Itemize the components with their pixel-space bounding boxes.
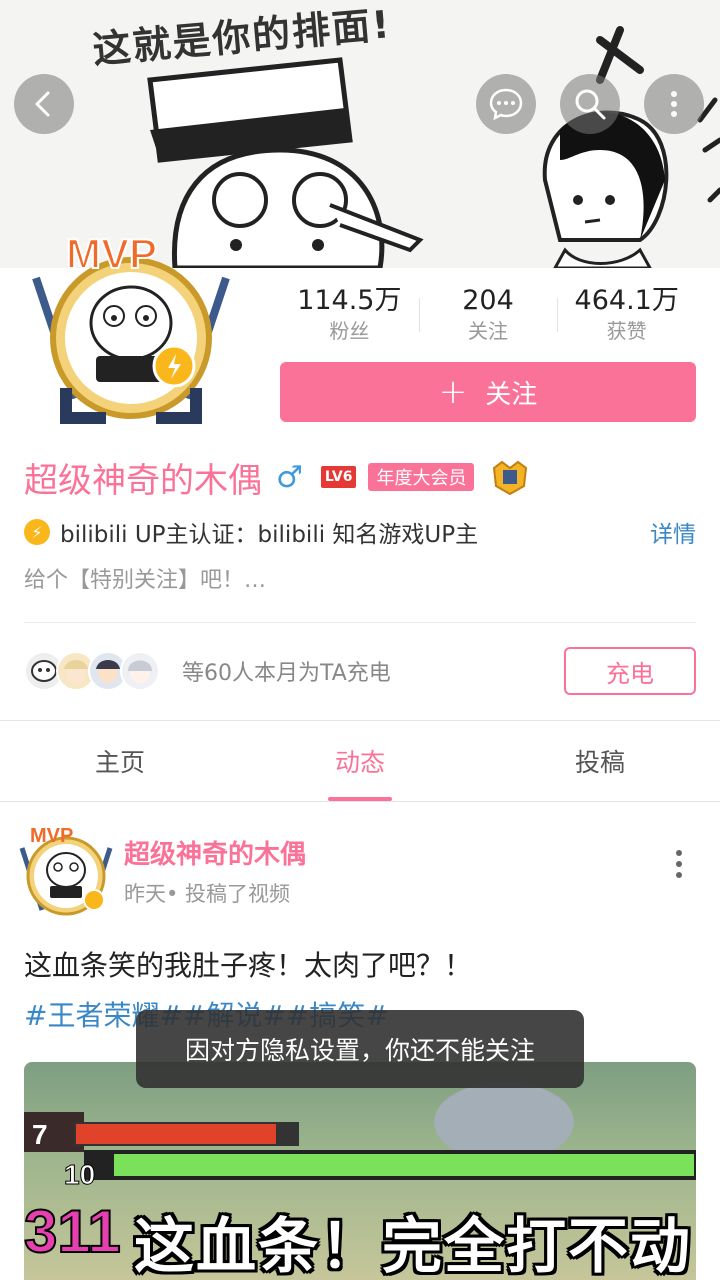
verification-row: ⚡ bilibili UP主认证：bilibili 知名游戏UP主 详情: [24, 514, 696, 550]
vip-badge[interactable]: 年度大会员: [368, 463, 475, 491]
plus-icon: +: [438, 372, 468, 412]
stat-fans[interactable]: 114.5万 粉丝: [280, 284, 419, 348]
mvp-avatar-frame: MVP: [32, 229, 230, 424]
stat-following[interactable]: 204 关注: [418, 284, 558, 348]
follow-label: 关注: [485, 379, 538, 410]
svg-text:MVP: MVP: [66, 230, 157, 277]
male-icon: ♂: [276, 459, 303, 495]
charge-button[interactable]: 充电: [564, 647, 696, 695]
svg-text:MVP: MVP: [30, 825, 73, 847]
supporter-avatar: [120, 651, 160, 691]
stat-value: 464.1万: [574, 285, 679, 316]
medal-icon[interactable]: [490, 458, 530, 496]
stat-label: 关注: [468, 319, 508, 343]
more-dot: [676, 850, 682, 856]
verified-lightning-icon: ⚡: [24, 519, 50, 545]
details-link[interactable]: 详情: [650, 515, 696, 549]
supporter-avatars[interactable]: [24, 651, 160, 691]
stat-value: 204: [462, 285, 514, 316]
stat-label: 粉丝: [329, 319, 370, 343]
name-row: 超级神奇的木偶 ♂ LV6 年度大会员: [24, 454, 530, 501]
search-button[interactable]: [560, 74, 620, 134]
search-icon: [575, 89, 606, 120]
charge-row: 等60人本月为TA充电 充电: [24, 640, 696, 702]
back-button[interactable]: [14, 74, 74, 134]
video-caption: 这血条！完全打不动: [134, 1212, 692, 1280]
divider: [24, 622, 696, 623]
post-text: 这血条笑的我肚子疼！太肉了吧？！: [24, 949, 473, 982]
charge-count-text: 等60人本月为TA充电: [182, 661, 391, 686]
more-dot: [676, 872, 682, 878]
hud-number: 10: [64, 1159, 95, 1190]
tab-dynamics[interactable]: 动态: [240, 721, 480, 801]
user-signature[interactable]: 给个【特别关注】吧！…: [24, 562, 266, 594]
hud-number: 311: [24, 1198, 121, 1265]
message-button[interactable]: [476, 74, 536, 134]
stat-value: 114.5万: [297, 285, 402, 316]
post-author-avatar[interactable]: MVP: [16, 822, 116, 918]
follow-button[interactable]: + 关注: [280, 362, 696, 422]
stat-label: 获赞: [606, 319, 647, 343]
more-dot: [676, 861, 682, 867]
tab-uploads[interactable]: 投稿: [480, 721, 720, 801]
post-meta: 昨天• 投稿了视频: [124, 882, 291, 906]
chevron-left-icon: [35, 91, 50, 117]
tab-home[interactable]: 主页: [0, 721, 240, 801]
privacy-toast: 因对方隐私设置，你还不能关注: [136, 1010, 584, 1088]
profile-tabs: 主页 动态 投稿: [0, 721, 720, 801]
chat-bubble-icon: [489, 88, 523, 121]
more-vertical-icon: [671, 91, 677, 117]
hud-number: 7: [32, 1119, 48, 1150]
post-author-name[interactable]: 超级神奇的木偶: [124, 834, 306, 871]
video-thumbnail[interactable]: 7 10 311 这血条！完全打不动: [24, 1062, 696, 1280]
mvp-avatar-frame: MVP: [19, 825, 113, 916]
user-name: 超级神奇的木偶: [24, 460, 262, 501]
more-button[interactable]: [644, 74, 704, 134]
level-badge[interactable]: LV6: [320, 466, 357, 488]
divider: [0, 801, 720, 802]
verification-text: bilibili UP主认证：bilibili 知名游戏UP主: [60, 522, 479, 548]
stats-bar: 114.5万 粉丝 204 关注 464.1万 获赞: [280, 284, 696, 348]
post-more-button[interactable]: [664, 844, 694, 884]
stat-likes[interactable]: 464.1万 获赞: [557, 284, 696, 348]
avatar[interactable]: MVP: [26, 228, 236, 428]
